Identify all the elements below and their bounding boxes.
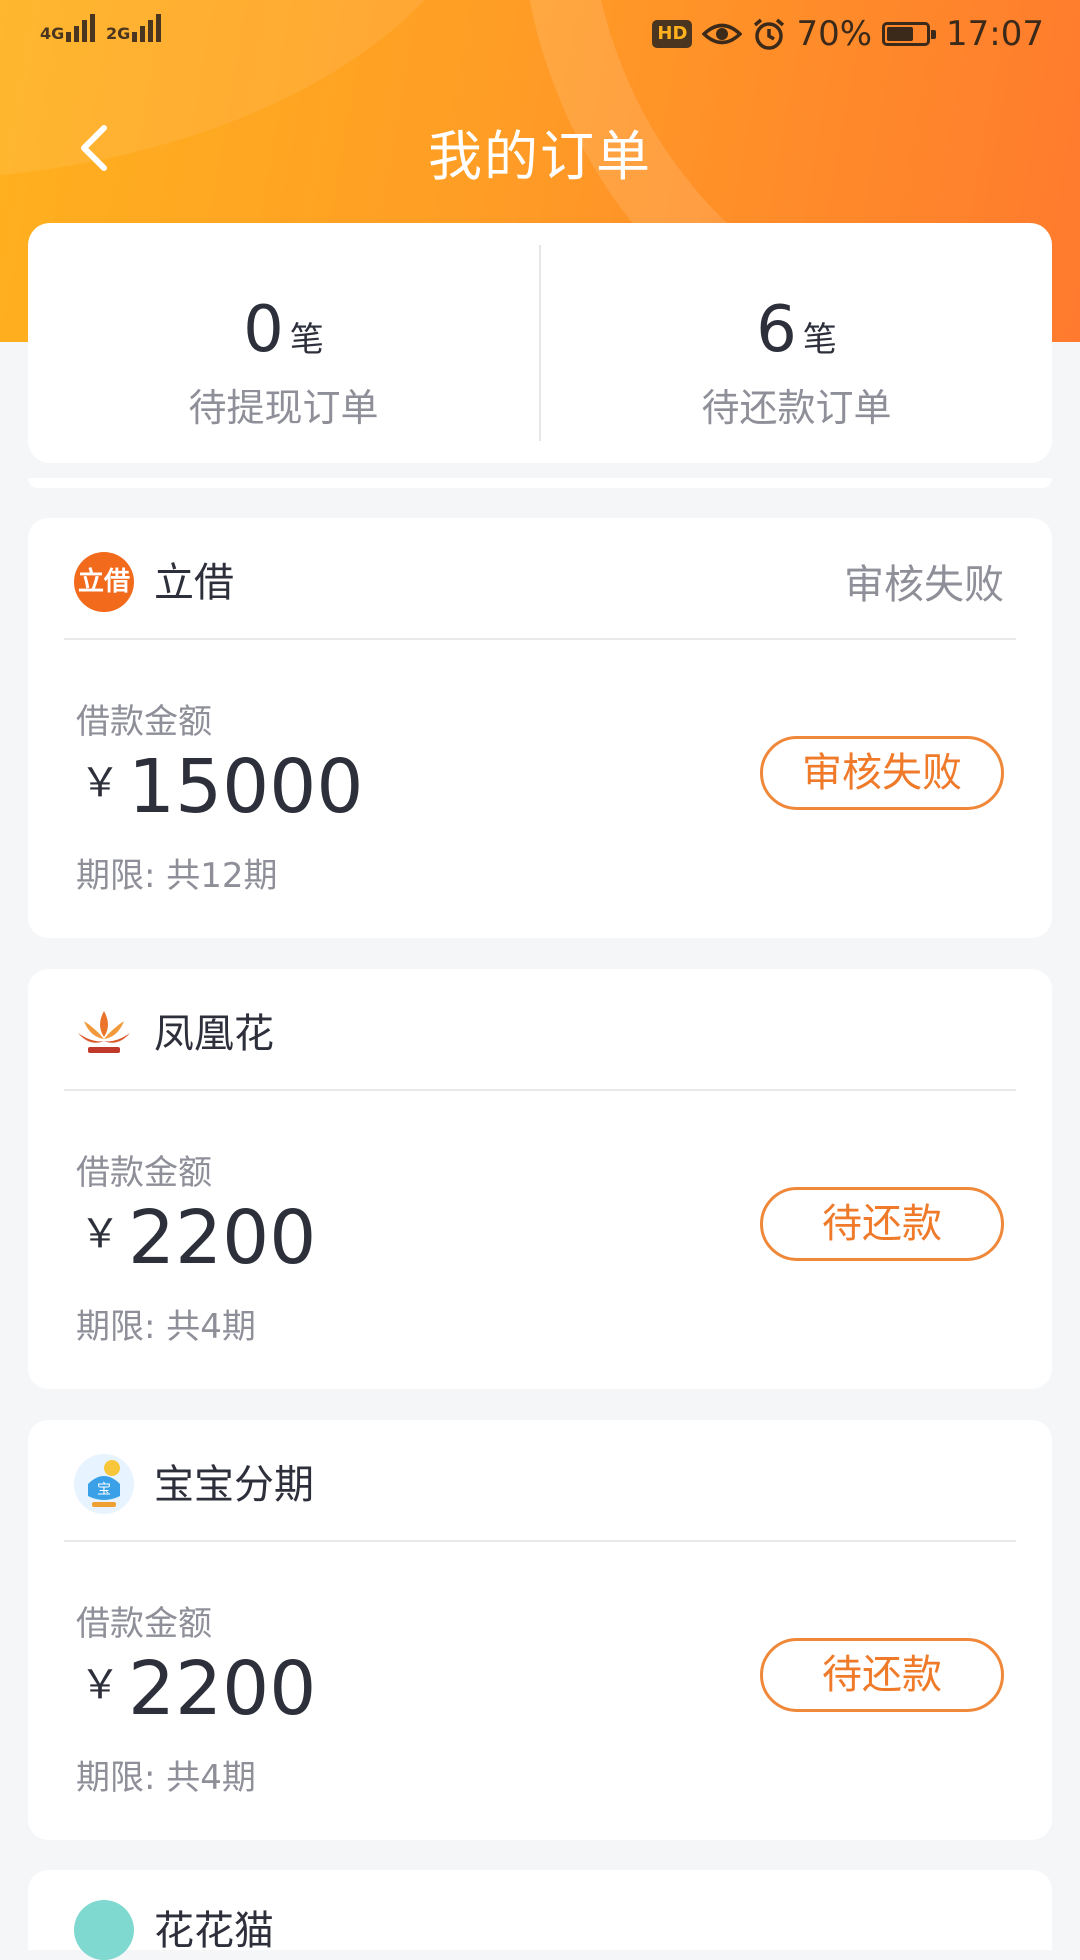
divider [64, 1089, 1016, 1091]
amount-value: 2200 [128, 1646, 317, 1732]
amount-label: 借款金额 [76, 1153, 212, 1193]
eye-comfort-icon [702, 23, 743, 45]
order-summary-card: 0笔 待提现订单 6笔 待还款订单 [28, 223, 1052, 463]
pending-repay-button[interactable]: 待还款 [760, 1638, 1004, 1712]
loan-term: 期限: 共4期 [76, 1307, 256, 1347]
loan-amount: ￥ 2200 [80, 1646, 316, 1732]
lender-name: 花花猫 [154, 1908, 274, 1954]
currency-symbol: ￥ [80, 1662, 120, 1708]
amount-value: 2200 [128, 1195, 317, 1281]
hd-icon: HD [652, 20, 693, 48]
nav-bar: 我的订单 [0, 90, 1080, 200]
alarm-icon [754, 18, 785, 50]
signal-sim2-icon: 2G [106, 14, 162, 43]
review-failed-button[interactable]: 审核失败 [760, 736, 1004, 810]
battery-icon [882, 22, 937, 46]
hidden-card-edge [28, 478, 1052, 488]
pending-withdraw-summary[interactable]: 0笔 待提现订单 [28, 223, 539, 463]
lender-name: 宝宝分期 [154, 1462, 314, 1508]
pending-withdraw-label: 待提现订单 [188, 386, 379, 430]
amount-label: 借款金额 [76, 702, 212, 742]
pending-repay-summary[interactable]: 6笔 待还款订单 [541, 223, 1052, 463]
order-card-header: 立借 立借 审核失败 [28, 518, 1052, 638]
pending-withdraw-count: 0 [243, 293, 284, 367]
currency-symbol: ￥ [80, 1211, 120, 1257]
order-state: 审核失败 [844, 562, 1004, 608]
lender-name: 立借 [154, 560, 234, 606]
amount-label: 借款金额 [76, 1604, 212, 1644]
order-card-fenghuanghua[interactable]: 凤凰花 借款金额 ￥ 2200 期限: 共4期 待还款 [28, 969, 1052, 1389]
order-card-baobaofenqi[interactable]: 宝 宝宝分期 借款金额 ￥ 2200 期限: 共4期 待还款 [28, 1420, 1052, 1840]
network-type-label: 2G [106, 24, 131, 43]
svg-text:宝: 宝 [97, 1482, 111, 1498]
loan-term: 期限: 共4期 [76, 1758, 256, 1798]
network-type-label: 4G [40, 24, 65, 43]
clock: 17:07 [946, 14, 1044, 54]
amount-value: 15000 [128, 744, 364, 830]
loan-amount: ￥ 2200 [80, 1195, 316, 1281]
status-bar: 4G 2G HD 70% 17:07 [0, 0, 1080, 70]
status-right: HD 70% 17:07 [652, 14, 1044, 54]
loan-amount: ￥ 15000 [80, 744, 363, 830]
order-card-partial[interactable]: 花花猫 [28, 1870, 1052, 1960]
signal-sim1-icon: 4G [40, 14, 96, 43]
currency-symbol: ￥ [80, 760, 120, 806]
order-card-header: 宝 宝宝分期 [28, 1420, 1052, 1540]
pending-repay-label: 待还款订单 [701, 386, 892, 430]
battery-percent: 70% [796, 14, 873, 54]
lender-name: 凤凰花 [154, 1011, 274, 1057]
pending-repay-button[interactable]: 待还款 [760, 1187, 1004, 1261]
cat-logo-icon [74, 1900, 134, 1960]
count-unit: 笔 [289, 320, 324, 360]
order-card-header: 凤凰花 [28, 969, 1052, 1089]
phoenix-logo-icon [78, 1011, 130, 1053]
divider [64, 1540, 1016, 1542]
count-unit: 笔 [802, 320, 837, 360]
pending-repay-count: 6 [756, 293, 797, 367]
divider [64, 638, 1016, 640]
page-title: 我的订单 [428, 125, 652, 188]
loan-term: 期限: 共12期 [76, 856, 278, 896]
order-card-lijie[interactable]: 立借 立借 审核失败 借款金额 ￥ 15000 期限: 共12期 审核失败 [28, 518, 1052, 938]
lijie-logo-icon: 立借 [74, 552, 134, 612]
baobao-logo-icon: 宝 [74, 1454, 134, 1514]
